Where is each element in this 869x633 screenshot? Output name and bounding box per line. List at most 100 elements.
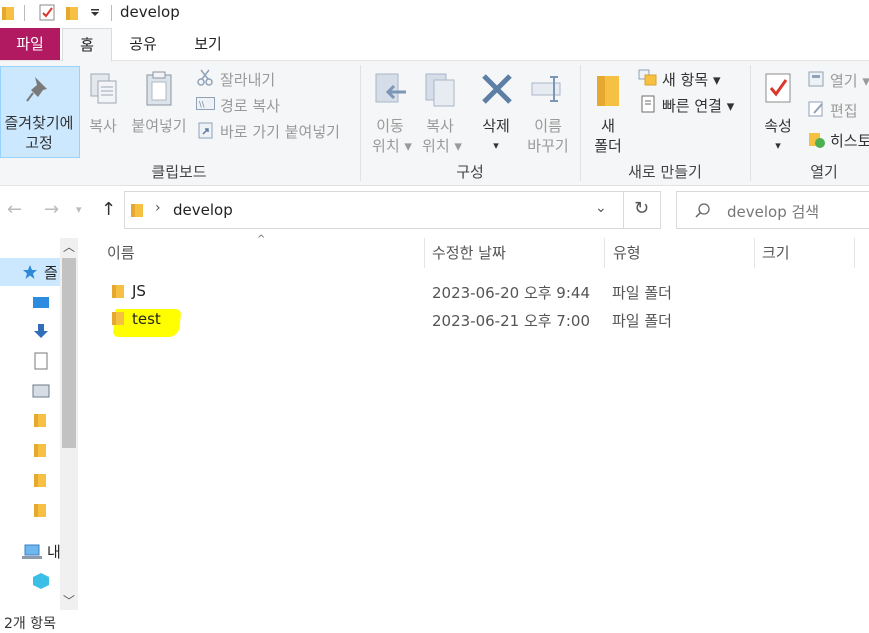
search-icon [695, 203, 710, 218]
folder-icon [131, 204, 143, 217]
file-type: 파일 폴더 [612, 284, 672, 302]
delete-dropdown-icon[interactable]: ▾ [474, 136, 518, 156]
file-name[interactable]: JS [132, 282, 146, 300]
nav-quick-access[interactable]: 즐 [0, 258, 60, 286]
copy-to-icon [425, 73, 455, 107]
tab-view[interactable]: 보기 [182, 28, 234, 60]
recent-locations-chevron-icon[interactable]: ▾ [76, 186, 82, 234]
column-divider[interactable] [604, 238, 605, 268]
nav-this-pc[interactable]: 내 [22, 540, 62, 564]
history-button[interactable]: 히스토 [808, 129, 869, 151]
new-folder-button[interactable]: 새 폴더 [586, 66, 630, 156]
move-to-icon [375, 73, 406, 103]
easy-access-icon [641, 95, 655, 113]
cut-button[interactable]: 잘라내기 [196, 67, 356, 89]
edit-button[interactable]: 편집 [808, 99, 869, 121]
documents-icon[interactable] [34, 352, 48, 370]
address-path[interactable]: develop [173, 201, 233, 219]
folder-icon[interactable] [34, 472, 48, 488]
table-row[interactable]: test 2023-06-21 오후 7:00 파일 폴더 [100, 307, 860, 337]
folder-icon[interactable] [34, 442, 48, 458]
nav-quick-access-label: 즐 [44, 264, 58, 282]
folder-icon[interactable] [34, 412, 48, 428]
copy-path-button[interactable]: \\ 경로 복사 [196, 93, 356, 115]
title-bar: develop [0, 0, 869, 28]
downloads-icon[interactable] [33, 323, 49, 341]
rename-button[interactable]: 이름 바꾸기 [522, 66, 574, 156]
delete-x-icon [482, 74, 512, 104]
back-icon[interactable]: ← [7, 186, 22, 234]
column-divider[interactable] [424, 238, 425, 268]
forward-icon[interactable]: → [44, 186, 59, 234]
tab-home[interactable]: 홈 [62, 28, 112, 61]
organize-group-label: 구성 [456, 163, 484, 181]
new-folder-icon [597, 76, 619, 106]
copy-icon [90, 73, 117, 104]
column-divider[interactable] [754, 238, 755, 268]
column-header-name[interactable]: 이름 [107, 242, 135, 263]
svg-text:\\: \\ [199, 100, 205, 109]
3d-objects-icon[interactable] [32, 572, 50, 590]
copy-path-label: 경로 복사 [220, 97, 280, 115]
move-to-label-2: 위치 ▾ [372, 137, 412, 155]
properties-icon [765, 73, 791, 103]
properties-button[interactable]: 속성 ▾ [756, 66, 800, 156]
refresh-button[interactable]: ↻ [624, 191, 661, 229]
file-modified: 2023-06-21 오후 7:00 [432, 312, 590, 330]
scroll-up-icon[interactable]: ︿ [63, 238, 75, 255]
copy-to-label-1: 복사 [426, 117, 454, 135]
search-placeholder: develop 검색 [727, 203, 820, 221]
delete-label: 삭제 [482, 117, 510, 135]
copy-button[interactable]: 복사 [84, 66, 122, 156]
tab-share[interactable]: 공유 [118, 28, 168, 60]
paste-label: 붙여넣기 [131, 117, 187, 135]
new-folder-quick-icon[interactable] [66, 5, 80, 21]
new-group-label: 새로 만들기 [628, 163, 702, 181]
desktop-icon[interactable] [32, 296, 50, 310]
paste-shortcut-button[interactable]: 바로 가기 붙여넣기 [196, 119, 356, 141]
column-header-type[interactable]: 유형 [613, 242, 641, 263]
clipboard-group-label: 클립보드 [151, 163, 207, 181]
pin-label-2: 고정 [25, 134, 53, 152]
history-icon [809, 133, 825, 148]
pictures-icon[interactable] [32, 384, 50, 398]
address-bar[interactable]: › develop ⌄ [124, 191, 624, 229]
tab-file[interactable]: 파일 [0, 28, 60, 60]
scroll-down-icon[interactable]: ﹀ [63, 592, 75, 609]
pin-to-quick-access-button[interactable]: 즐겨찾기에 고정 [0, 66, 80, 158]
move-to-label-1: 이동 [376, 117, 404, 135]
column-divider[interactable] [854, 238, 855, 268]
rename-label-2: 바꾸기 [527, 137, 569, 155]
new-item-button[interactable]: 새 항목 ▾ [638, 67, 748, 89]
address-dropdown-icon[interactable]: ⌄ [595, 200, 607, 216]
folder-icon [2, 7, 14, 20]
new-folder-label-2: 폴더 [594, 137, 622, 155]
move-to-button[interactable]: 이동 위치 ▾ [368, 66, 412, 156]
paste-button[interactable]: 붙여넣기 [128, 66, 190, 156]
copy-to-button[interactable]: 복사 위치 ▾ [418, 66, 462, 156]
copy-path-icon: \\ [196, 97, 215, 110]
breadcrumb-chevron-icon[interactable]: › [155, 200, 161, 216]
file-name[interactable]: test [132, 310, 161, 328]
column-header-modified[interactable]: 수정한 날짜 [432, 242, 506, 263]
folder-icon[interactable] [34, 502, 48, 518]
history-label: 히스토 [830, 132, 869, 150]
cut-label: 잘라내기 [220, 71, 276, 89]
paste-shortcut-icon [198, 122, 213, 139]
rename-icon [531, 76, 561, 102]
folder-icon [112, 285, 124, 298]
search-box[interactable]: develop 검색 [676, 191, 869, 229]
properties-quick-icon[interactable] [39, 4, 56, 22]
quick-access-dropdown-icon[interactable] [90, 9, 100, 17]
ribbon-separator [360, 65, 361, 181]
window-title: develop [120, 3, 180, 21]
scrollbar-thumb[interactable] [62, 258, 76, 448]
open-button[interactable]: 열기 ▾ [808, 69, 869, 91]
properties-dropdown-icon[interactable]: ▾ [756, 136, 800, 156]
column-header-size[interactable]: 크기 [762, 242, 790, 263]
easy-access-button[interactable]: 빠른 연결 ▾ [638, 93, 748, 115]
table-row[interactable]: JS 2023-06-20 오후 9:44 파일 폴더 [100, 280, 860, 304]
delete-button[interactable]: 삭제 ▾ [474, 66, 518, 156]
up-icon[interactable]: ↑ [101, 186, 116, 234]
open-icon [808, 71, 824, 87]
